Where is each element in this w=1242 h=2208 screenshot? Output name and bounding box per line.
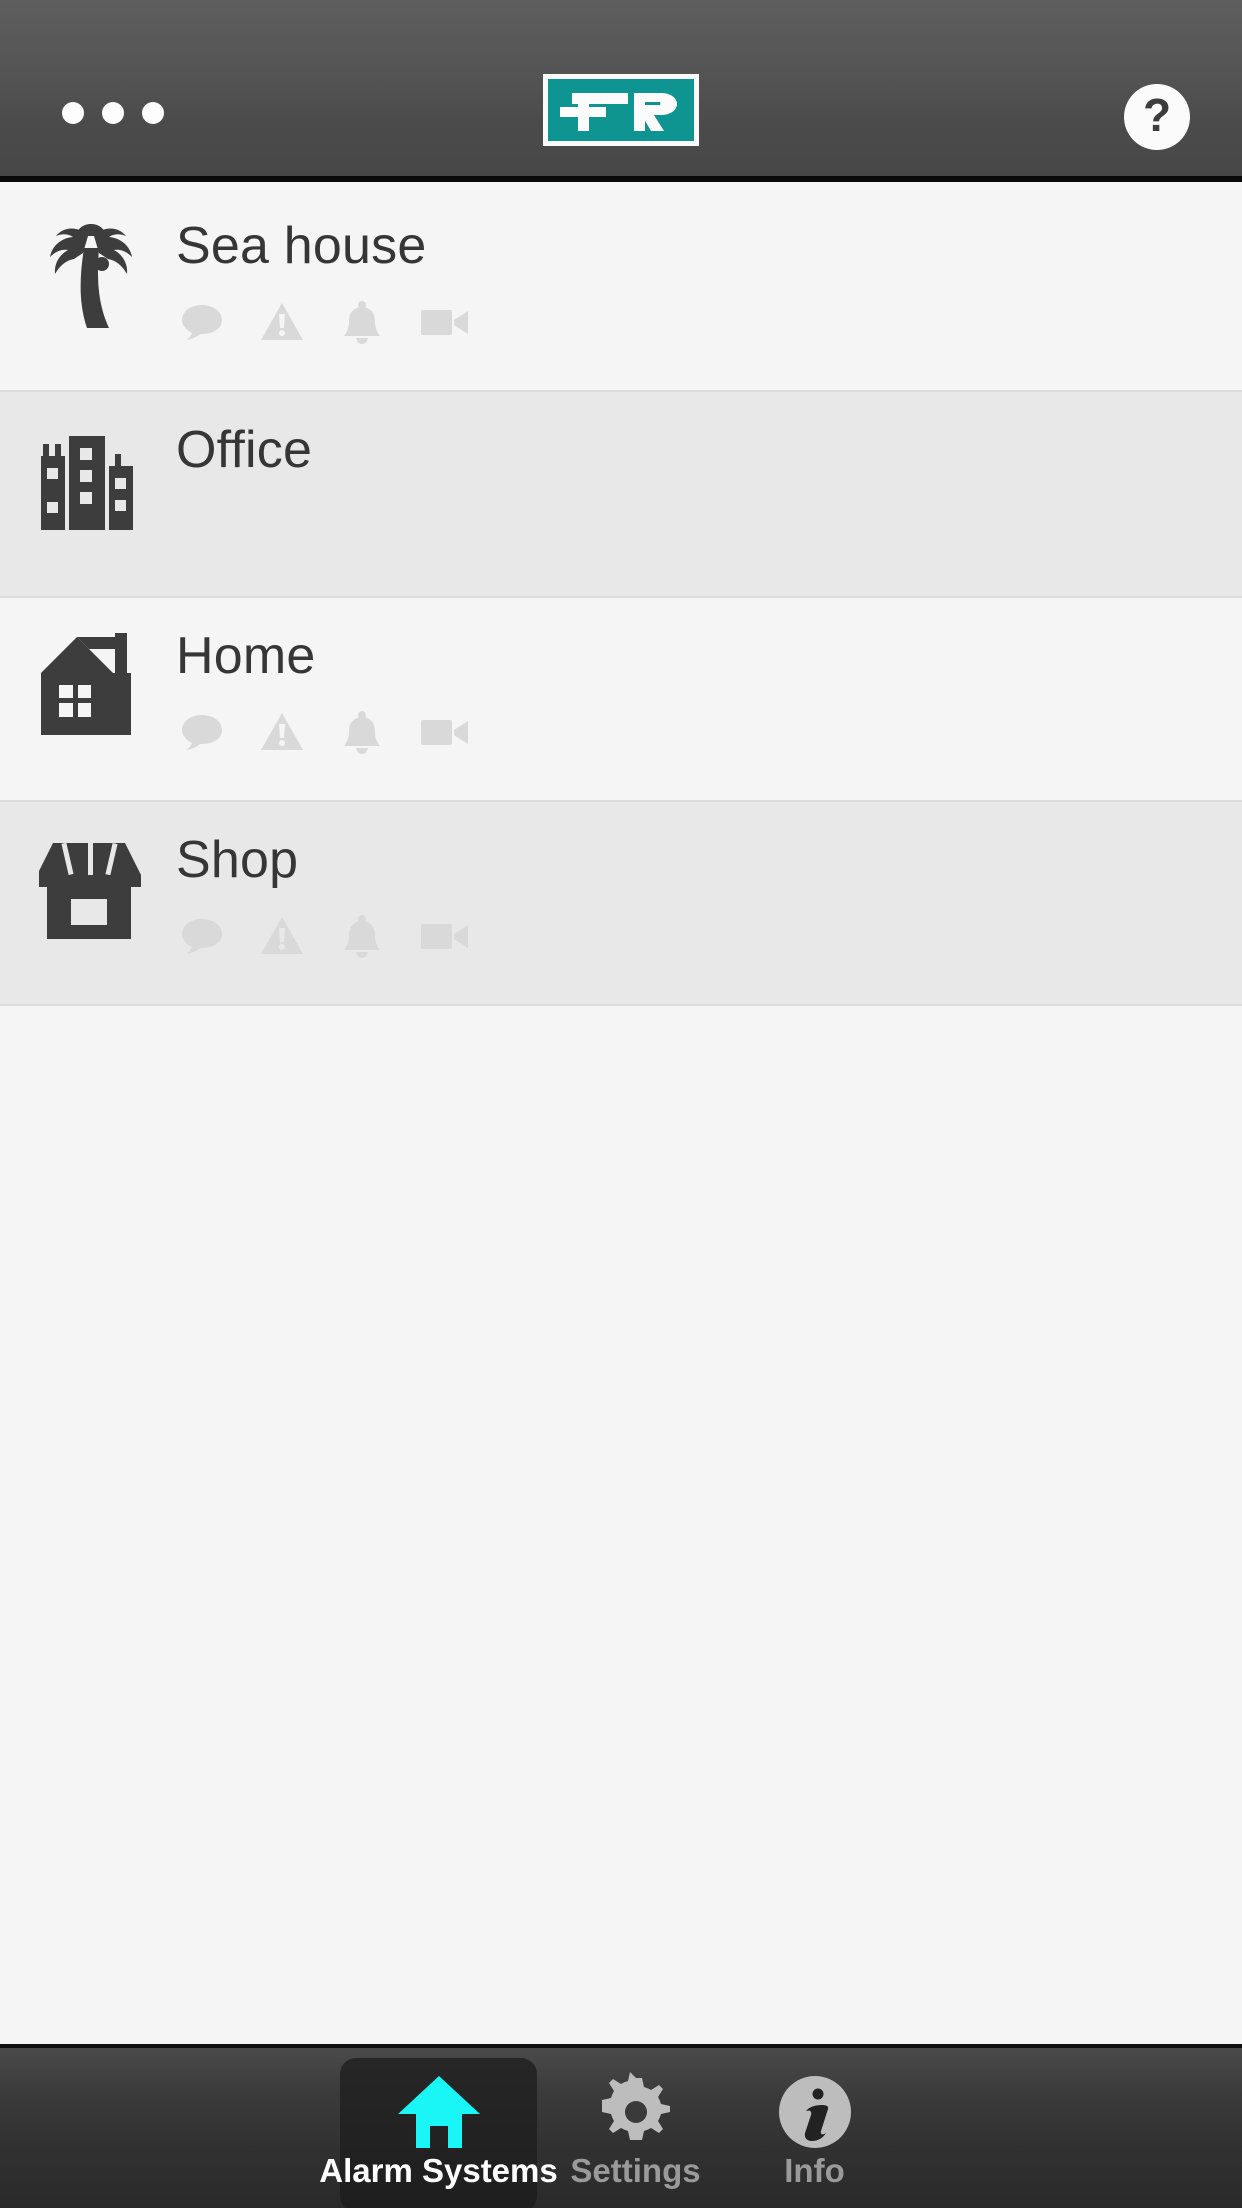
help-icon: ? — [1124, 84, 1190, 150]
list-item-body: Office — [176, 392, 1242, 596]
list-item-label: Office — [176, 421, 313, 479]
message-icon — [180, 914, 224, 958]
list-item[interactable]: Home — [0, 598, 1242, 802]
list-item-body: Home — [176, 598, 1242, 800]
overflow-menu-icon — [142, 102, 164, 124]
app-header: ? — [0, 0, 1242, 182]
fr-logo-icon — [560, 93, 677, 131]
tab-info[interactable]: Info — [716, 2058, 913, 2208]
tab-label: Alarm Systems — [319, 2152, 558, 2189]
tab-alarm-systems[interactable]: Alarm Systems — [319, 2058, 558, 2208]
message-icon — [180, 300, 224, 344]
warning-icon — [260, 300, 304, 344]
app-root: ? Sea house Office Home Shop Alarm Syste… — [0, 0, 1242, 2208]
empty-content-area — [0, 1017, 1242, 2044]
list-item-body: Sea house — [176, 188, 1242, 390]
video-camera-icon — [420, 300, 470, 344]
list-item[interactable]: Shop — [0, 802, 1242, 1006]
help-button[interactable]: ? — [1124, 84, 1190, 150]
overflow-menu-icon — [102, 102, 124, 124]
bell-icon — [340, 300, 384, 344]
status-icon-group — [180, 710, 470, 754]
overflow-menu-button[interactable] — [40, 88, 170, 138]
palm-tree-icon — [38, 216, 144, 332]
bottom-navigation-bar: Alarm Systems Settings Info — [0, 2044, 1242, 2208]
home-icon — [396, 2058, 482, 2154]
office-buildings-icon — [38, 420, 144, 536]
list-item-label: Shop — [176, 831, 299, 889]
tab-label: Settings — [570, 2152, 701, 2189]
gear-icon — [596, 2058, 676, 2154]
video-camera-icon — [420, 710, 470, 754]
house-icon — [38, 626, 144, 742]
bell-icon — [340, 914, 384, 958]
bottom-nav-tabs: Alarm Systems Settings Info — [319, 2048, 900, 2208]
status-icon-group — [180, 914, 470, 958]
status-icon-group — [180, 300, 470, 344]
storefront-icon — [38, 830, 144, 946]
overflow-menu-icon — [62, 102, 84, 124]
list-item[interactable]: Sea house — [0, 188, 1242, 392]
tab-label: Info — [784, 2152, 845, 2189]
list-item-body: Shop — [176, 802, 1242, 1004]
video-camera-icon — [420, 914, 470, 958]
info-icon — [776, 2058, 854, 2154]
tab-settings[interactable]: Settings — [537, 2058, 734, 2208]
list-item[interactable]: Office — [0, 392, 1242, 598]
bell-icon — [340, 710, 384, 754]
list-item-label: Home — [176, 627, 316, 685]
app-logo — [543, 74, 699, 146]
alarm-systems-list: Sea house Office Home Shop — [0, 188, 1242, 1006]
list-item-label: Sea house — [176, 217, 427, 275]
warning-icon — [260, 914, 304, 958]
warning-icon — [260, 710, 304, 754]
message-icon — [180, 710, 224, 754]
